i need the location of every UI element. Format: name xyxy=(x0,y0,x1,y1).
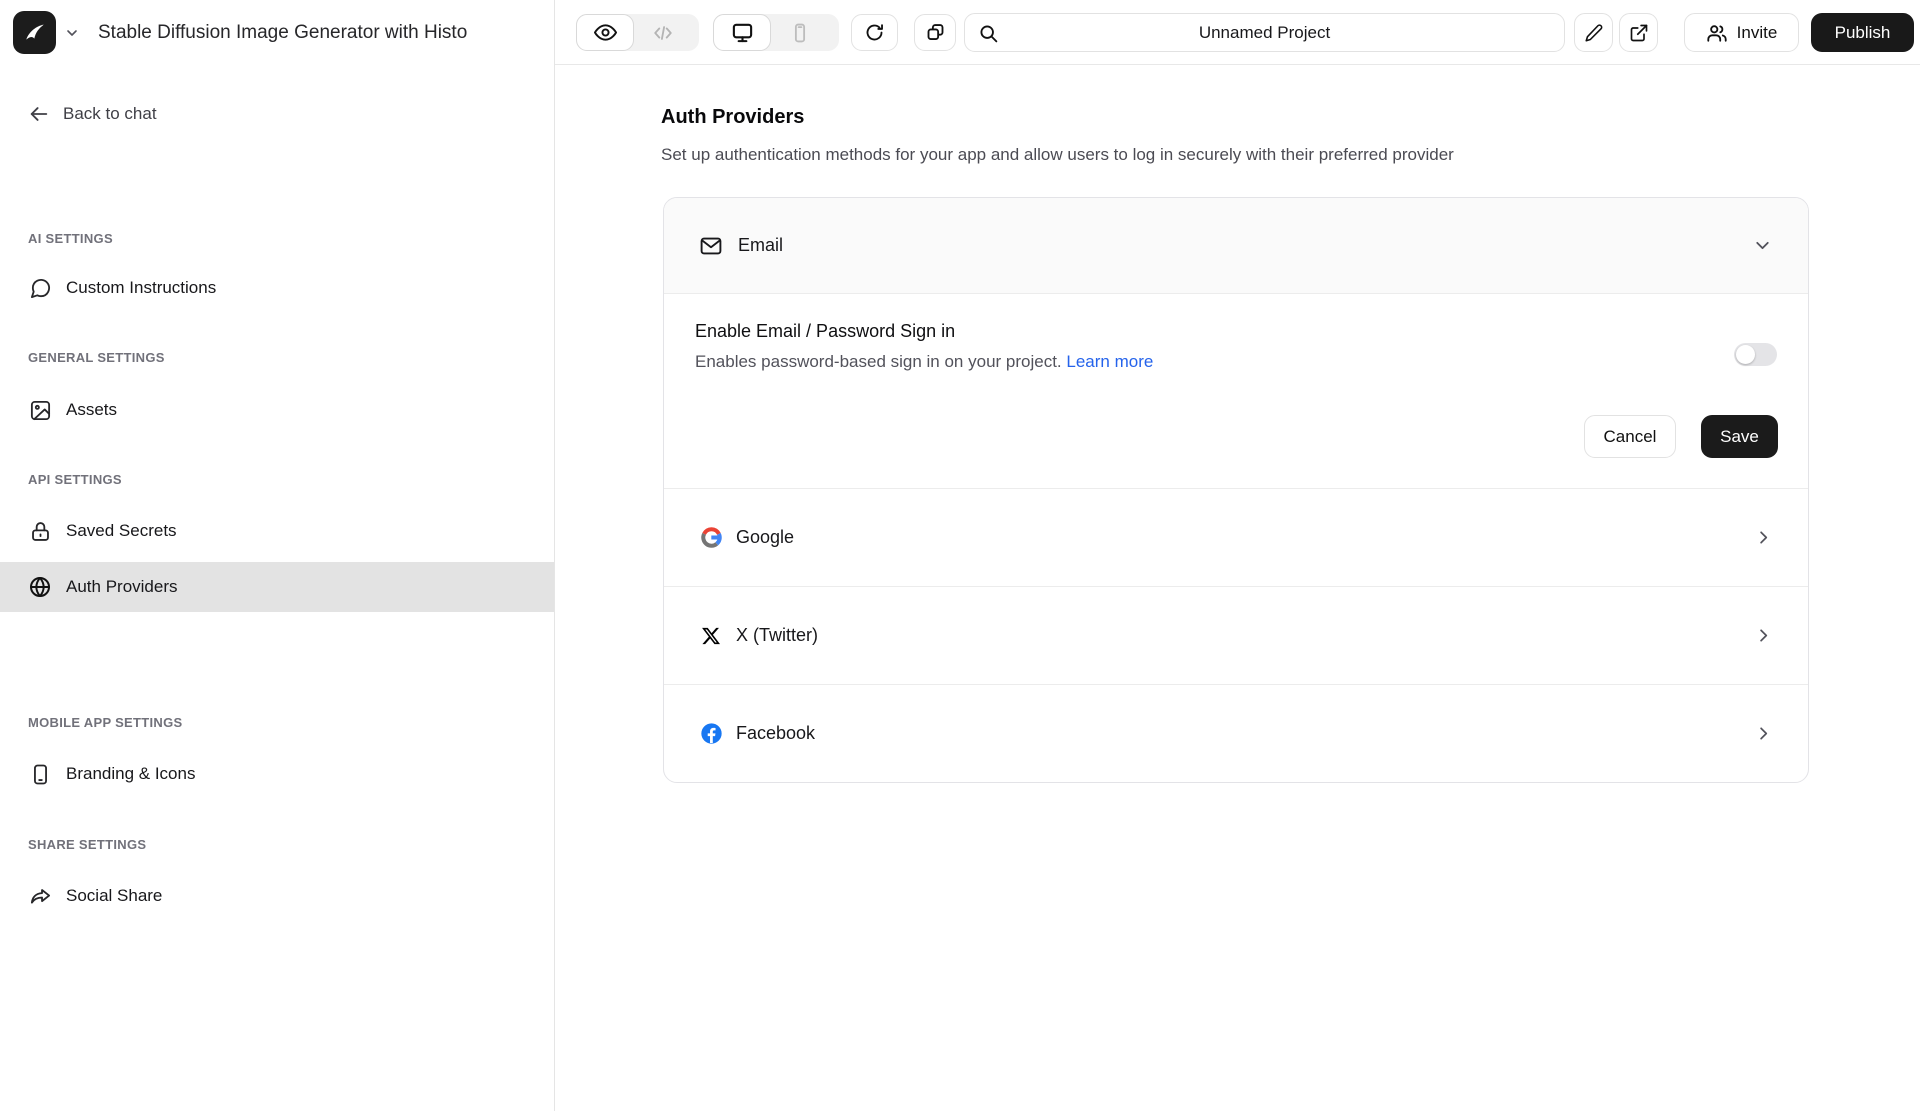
provider-row-facebook[interactable]: Facebook xyxy=(664,684,1808,782)
facebook-icon xyxy=(699,722,723,746)
copy-icon xyxy=(925,22,946,43)
toolbar: Unnamed Project Invite Publish xyxy=(555,0,1920,65)
globe-icon xyxy=(28,575,52,599)
provider-row-x-twitter[interactable]: X (Twitter) xyxy=(664,586,1808,684)
mobile-view-button[interactable] xyxy=(771,14,829,51)
monitor-icon xyxy=(731,21,754,44)
invite-button[interactable]: Invite xyxy=(1684,13,1799,52)
publish-button[interactable]: Publish xyxy=(1811,13,1914,52)
back-arrow-icon xyxy=(28,103,50,125)
section-ai-settings: AI SETTINGS xyxy=(28,231,113,246)
app-window: Stable Diffusion Image Generator with Hi… xyxy=(0,0,1920,1111)
email-accordion-body: Enable Email / Password Sign in Enables … xyxy=(664,294,1808,488)
settings-sidebar: Back to chat AI SETTINGS Custom Instruct… xyxy=(0,65,554,1111)
chevron-right-icon xyxy=(1754,528,1773,547)
edit-button[interactable] xyxy=(1574,13,1613,52)
copy-button[interactable] xyxy=(914,14,956,51)
preview-eye-button[interactable] xyxy=(576,14,634,51)
sidebar-item-custom-instructions[interactable]: Custom Instructions xyxy=(0,268,554,308)
provider-row-google[interactable]: Google xyxy=(664,488,1808,586)
code-view-button[interactable] xyxy=(634,14,692,51)
view-mode-segment xyxy=(576,14,699,51)
refresh-button[interactable] xyxy=(851,14,898,51)
sidebar-item-label: Social Share xyxy=(66,886,162,906)
device-segment xyxy=(713,14,839,51)
sidebar-item-branding-icons[interactable]: Branding & Icons xyxy=(0,754,554,794)
x-icon xyxy=(699,624,723,648)
chevron-down-icon xyxy=(1752,235,1773,256)
sidebar-item-assets[interactable]: Assets xyxy=(0,390,554,430)
enable-email-description: Enables password-based sign in on your p… xyxy=(695,352,1153,372)
auth-providers-card: Email Enable Email / Password Sign in En… xyxy=(663,197,1809,783)
enable-email-description-text: Enables password-based sign in on your p… xyxy=(695,352,1062,371)
sidebar-item-label: Saved Secrets xyxy=(66,521,177,541)
chevron-right-icon xyxy=(1754,724,1773,743)
eye-icon xyxy=(594,21,617,44)
chat-bubble-icon xyxy=(28,276,52,300)
enable-email-title: Enable Email / Password Sign in xyxy=(695,321,955,342)
image-icon xyxy=(28,398,52,422)
sidebar-item-social-share[interactable]: Social Share xyxy=(0,876,554,916)
swoosh-logo-icon xyxy=(20,18,50,48)
email-provider-label: Email xyxy=(738,235,783,256)
brand-area: Stable Diffusion Image Generator with Hi… xyxy=(0,0,554,65)
page-title: Auth Providers xyxy=(661,106,804,129)
email-actions: Cancel Save xyxy=(1584,415,1778,458)
pencil-icon xyxy=(1584,23,1604,43)
project-name-value: Unnamed Project xyxy=(1199,23,1330,43)
provider-label: Google xyxy=(736,527,794,548)
page-subtitle: Set up authentication methods for your a… xyxy=(661,145,1454,165)
app-title: Stable Diffusion Image Generator with Hi… xyxy=(98,0,546,65)
invite-label: Invite xyxy=(1737,23,1778,43)
smartphone-icon xyxy=(789,22,811,44)
search-icon xyxy=(978,23,999,44)
sidebar-item-saved-secrets[interactable]: Saved Secrets xyxy=(0,511,554,551)
sidebar-item-label: Assets xyxy=(66,400,117,420)
back-to-chat-label: Back to chat xyxy=(63,104,157,124)
section-api-settings: API SETTINGS xyxy=(28,472,122,487)
sidebar-item-auth-providers[interactable]: Auth Providers xyxy=(0,562,554,612)
section-general-settings: GENERAL SETTINGS xyxy=(28,350,165,365)
save-button[interactable]: Save xyxy=(1701,415,1778,458)
learn-more-link[interactable]: Learn more xyxy=(1066,352,1153,371)
section-mobile-app-settings: MOBILE APP SETTINGS xyxy=(28,715,183,730)
toggle-knob xyxy=(1736,345,1755,364)
smartphone-icon xyxy=(28,762,52,786)
refresh-icon xyxy=(864,22,885,43)
desktop-view-button[interactable] xyxy=(713,14,771,51)
code-icon xyxy=(652,22,674,44)
people-icon xyxy=(1706,22,1728,44)
lock-icon xyxy=(28,519,52,543)
project-name-input[interactable]: Unnamed Project xyxy=(964,13,1565,52)
chevron-down-icon[interactable] xyxy=(64,25,80,41)
app-logo[interactable] xyxy=(13,11,56,54)
external-link-icon xyxy=(1629,23,1649,43)
envelope-icon xyxy=(699,234,723,258)
sidebar-item-label: Auth Providers xyxy=(66,577,178,597)
section-share-settings: SHARE SETTINGS xyxy=(28,837,146,852)
share-icon xyxy=(28,884,52,908)
sidebar-item-label: Branding & Icons xyxy=(66,764,195,784)
email-accordion-header[interactable]: Email xyxy=(664,198,1808,294)
provider-label: X (Twitter) xyxy=(736,625,818,646)
sidebar-item-label: Custom Instructions xyxy=(66,278,216,298)
back-to-chat-link[interactable]: Back to chat xyxy=(28,99,157,129)
chevron-right-icon xyxy=(1754,626,1773,645)
provider-label: Facebook xyxy=(736,723,815,744)
sidebar-divider xyxy=(554,0,555,1111)
cancel-button[interactable]: Cancel xyxy=(1584,415,1676,458)
open-external-button[interactable] xyxy=(1619,13,1658,52)
email-password-toggle[interactable] xyxy=(1734,343,1777,366)
publish-label: Publish xyxy=(1835,23,1891,43)
google-icon xyxy=(699,526,723,550)
